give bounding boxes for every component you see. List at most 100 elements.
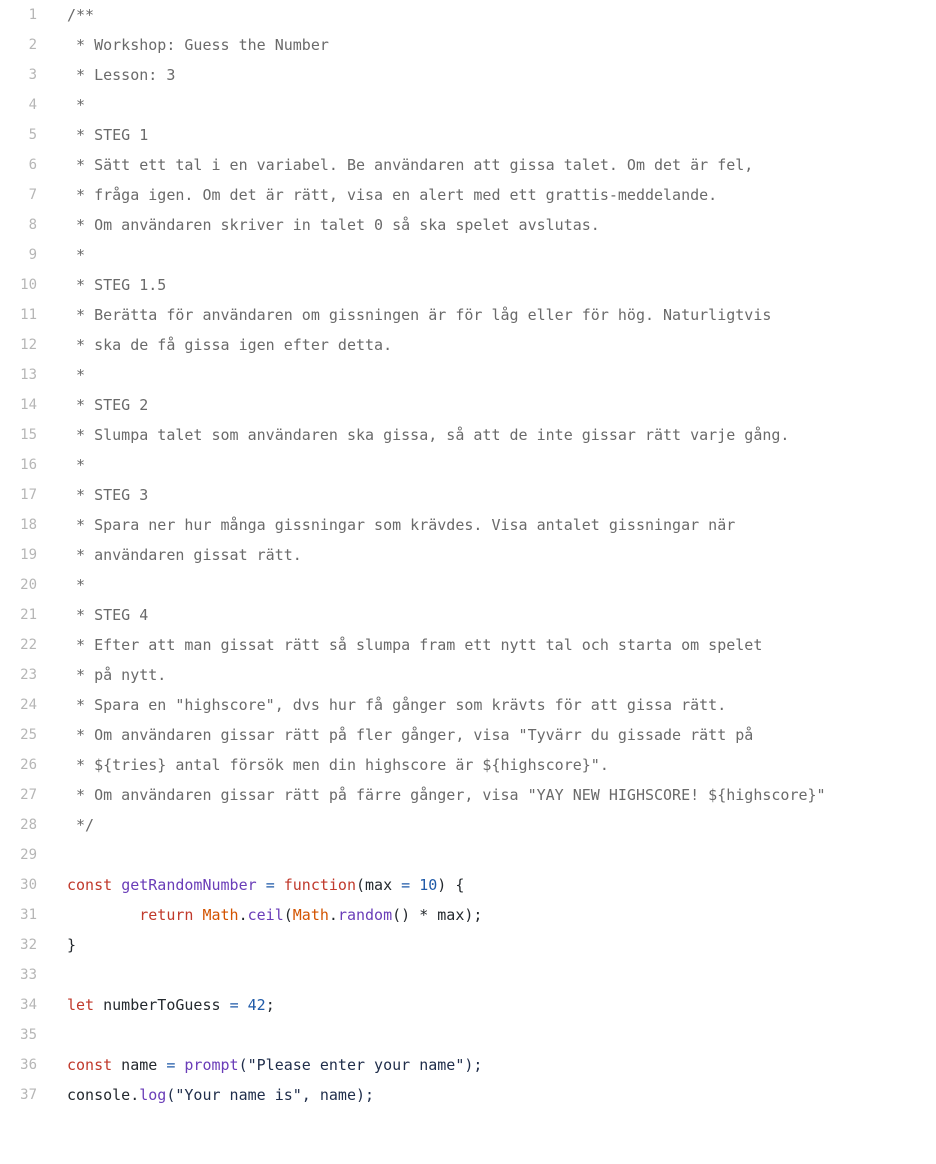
line-number: 30 bbox=[20, 877, 37, 893]
line-source: * STEG 2 bbox=[67, 390, 148, 420]
code-token: 10 bbox=[419, 876, 438, 894]
code-line: 35 bbox=[0, 1020, 936, 1050]
line-number: 36 bbox=[20, 1057, 37, 1073]
code-token: Math bbox=[292, 906, 329, 924]
code-line: 1 /** bbox=[0, 0, 936, 30]
code-token: log bbox=[139, 1086, 167, 1104]
line-number: 26 bbox=[20, 757, 37, 773]
code-token: * STEG 1 bbox=[67, 126, 149, 144]
line-number: 15 bbox=[20, 427, 37, 443]
line-number: 20 bbox=[20, 577, 37, 593]
code-token: * STEG 4 bbox=[67, 606, 149, 624]
line-source: * fråga igen. Om det är rätt, visa en al… bbox=[67, 180, 717, 210]
line-source: * användaren gissat rätt. bbox=[67, 540, 302, 570]
code-token: * bbox=[67, 456, 86, 474]
code-token: * bbox=[67, 366, 86, 384]
code-line: 25 * Om användaren gissar rätt på fler g… bbox=[0, 720, 936, 750]
line-source: } bbox=[67, 930, 76, 960]
code-line: 24 * Spara en "highscore", dvs hur få gå… bbox=[0, 690, 936, 720]
line-source: * Lesson: 3 bbox=[67, 60, 175, 90]
line-number: 22 bbox=[20, 637, 37, 653]
line-number: 17 bbox=[20, 487, 37, 503]
code-line: 18 * Spara ner hur många gissningar som … bbox=[0, 510, 936, 540]
line-source: /** bbox=[67, 0, 94, 30]
line-source: const name = prompt("Please enter your n… bbox=[67, 1050, 482, 1080]
code-token: * Berätta för användaren om gissningen ä… bbox=[67, 306, 772, 324]
code-token: function bbox=[283, 876, 356, 894]
code-token: Math bbox=[202, 906, 239, 924]
code-token: ) { bbox=[437, 876, 465, 894]
code-line: 27 * Om användaren gissar rätt på färre … bbox=[0, 780, 936, 810]
code-line: 34 let numberToGuess = 42; bbox=[0, 990, 936, 1020]
line-number: 32 bbox=[20, 937, 37, 953]
code-token: * bbox=[67, 96, 86, 114]
code-token: random bbox=[337, 906, 393, 924]
code-token: return bbox=[139, 906, 194, 924]
code-line: 5 * STEG 1 bbox=[0, 120, 936, 150]
line-source: * bbox=[67, 240, 85, 270]
code-line: 36 const name = prompt("Please enter your… bbox=[0, 1050, 936, 1080]
code-token: } bbox=[67, 936, 77, 954]
code-line: 6 * Sätt ett tal i en variabel. Be använ… bbox=[0, 150, 936, 180]
code-token: * bbox=[67, 576, 86, 594]
code-token: = bbox=[229, 996, 239, 1014]
line-number: 16 bbox=[20, 457, 37, 473]
code-token: . bbox=[328, 906, 338, 924]
line-source: * STEG 4 bbox=[67, 600, 148, 630]
code-token: let bbox=[67, 996, 95, 1014]
line-number: 11 bbox=[20, 307, 37, 323]
line-source: console.log("Your name is", name); bbox=[67, 1080, 374, 1110]
code-token: getRandomNumber bbox=[121, 876, 257, 894]
code-token: * Spara ner hur många gissningar som krä… bbox=[67, 516, 736, 534]
code-line: 21 * STEG 4 bbox=[0, 600, 936, 630]
line-number: 10 bbox=[20, 277, 37, 293]
code-line: 8 * Om användaren skriver in talet 0 så … bbox=[0, 210, 936, 240]
code-token: . bbox=[238, 906, 248, 924]
line-number: 25 bbox=[20, 727, 37, 743]
line-source: */ bbox=[67, 810, 94, 840]
code-token: = bbox=[401, 876, 411, 894]
code-line: 33 bbox=[0, 960, 936, 990]
line-source: * Spara en "highscore", dvs hur få gånge… bbox=[67, 690, 726, 720]
line-source: * Om användaren gissar rätt på färre gån… bbox=[67, 780, 826, 810]
code-line: 32} bbox=[0, 930, 936, 960]
code-token: console bbox=[67, 1086, 131, 1104]
code-token: ceil bbox=[247, 906, 284, 924]
code-token: * bbox=[67, 246, 86, 264]
line-source: * Om användaren skriver in talet 0 så sk… bbox=[67, 210, 600, 240]
code-line: 4 * bbox=[0, 90, 936, 120]
code-line: 20 * bbox=[0, 570, 936, 600]
line-number: 24 bbox=[20, 697, 37, 713]
line-number: 13 bbox=[20, 367, 37, 383]
line-number: 3 bbox=[28, 67, 37, 83]
line-source: * Spara ner hur många gissningar som krä… bbox=[67, 510, 735, 540]
code-line: 14 * STEG 2 bbox=[0, 390, 936, 420]
code-token: * Om användaren gissar rätt på fler gång… bbox=[67, 726, 754, 744]
code-token: ("Please enter your name"); bbox=[238, 1056, 483, 1074]
line-number: 5 bbox=[28, 127, 37, 143]
line-source: * STEG 3 bbox=[67, 480, 148, 510]
code-token: * ska de få gissa igen efter detta. bbox=[67, 336, 393, 354]
line-source: * Efter att man gissat rätt så slumpa fr… bbox=[67, 630, 762, 660]
code-token: numberToGuess bbox=[94, 996, 230, 1014]
code-token: * Efter att man gissat rätt så slumpa fr… bbox=[67, 636, 763, 654]
line-number: 9 bbox=[28, 247, 37, 263]
code-line: 10 * STEG 1.5 bbox=[0, 270, 936, 300]
code-token: ; bbox=[265, 996, 275, 1014]
line-number: 34 bbox=[20, 997, 37, 1013]
code-token: * på nytt. bbox=[67, 666, 167, 684]
code-token: * ${tries} antal försök men din highscor… bbox=[67, 756, 609, 774]
code-line: 28 */ bbox=[0, 810, 936, 840]
code-line: 3 * Lesson: 3 bbox=[0, 60, 936, 90]
code-viewer: 1/** 2 * Workshop: Guess the Number 3 * Le… bbox=[0, 0, 936, 1110]
line-source: * STEG 1.5 bbox=[67, 270, 166, 300]
line-source: * bbox=[67, 450, 85, 480]
code-token: name bbox=[112, 1056, 167, 1074]
line-source: * Om användaren gissar rätt på fler gång… bbox=[67, 720, 753, 750]
line-source: * STEG 1 bbox=[67, 120, 148, 150]
line-source: const getRandomNumber = function(max = 1… bbox=[67, 870, 464, 900]
code-token: * Workshop: Guess the Number bbox=[67, 36, 329, 54]
